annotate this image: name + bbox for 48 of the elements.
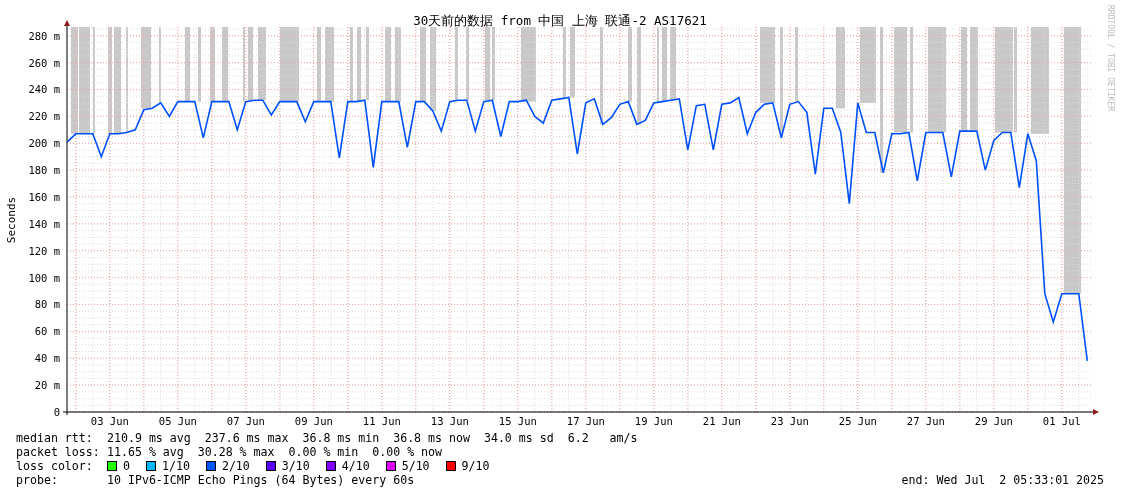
x-tick-label: 11 Jun [362,415,401,427]
chart-title: 30天前的数据 from 中国 上海 联通-2 AS17621 [413,13,707,28]
x-tick-label: 17 Jun [566,415,605,427]
legend-label: loss color: [16,459,94,473]
y-tick-label: 100 m [28,271,60,284]
legend-text: 2/10 [221,459,250,473]
probe-label: probe: [16,473,59,487]
stat-values: 11.65 % avg 30.28 % max 0.00 % min 0.00 % now [107,445,443,459]
y-tick-label: 240 m [28,83,60,96]
x-tick-label: 07 Jun [226,415,265,427]
stat-values: 210.9 ms avg 237.6 ms max 36.8 ms min 36.8 ms now 34.0 ms sd 6.2 am/s [107,431,638,445]
x-tick-label: 23 Jun [770,415,809,427]
legend-text: 3/10 [281,459,310,473]
y-tick-label: 180 m [28,164,60,177]
x-tick-label: 09 Jun [294,415,333,427]
legend-text: 0 [123,459,130,473]
x-tick-label: 13 Jun [430,415,469,427]
y-tick-label: 260 m [28,56,60,69]
x-tick-label: 03 Jun [90,415,129,427]
y-tick-label: 0 [53,406,60,418]
y-tick-label: 60 m [34,325,60,338]
x-tick-label: 25 Jun [838,415,877,427]
y-tick-label: 200 m [28,137,60,150]
y-tick-label: 40 m [34,352,60,365]
stat-label: packet loss: [16,445,101,459]
y-tick-label: 160 m [28,191,60,203]
x-tick-label: 29 Jun [974,415,1013,427]
x-tick-label: 15 Jun [498,415,537,427]
legend-text: 5/10 [401,459,430,473]
x-tick-label: 27 Jun [906,415,945,427]
legend-text: 4/10 [341,459,370,473]
x-tick-label: 05 Jun [158,415,197,427]
x-tick-label: 01 Jul [1042,415,1081,427]
end-time: end: Wed Jul 2 05:33:01 2025 [901,473,1104,487]
y-tick-label: 220 m [28,110,60,123]
y-tick-label: 120 m [28,244,60,257]
x-tick-label: 21 Jun [702,415,741,427]
y-tick-label: 140 m [28,217,60,230]
y-axis-label: Seconds [5,196,18,244]
y-tick-label: 20 m [34,379,60,392]
x-tick-label: 19 Jun [634,415,673,427]
stat-label: median rtt: [16,431,94,445]
legend-text: 9/10 [461,459,490,473]
probe-text: 10 IPv6-ICMP Echo Pings (64 Bytes) every 60s [107,473,415,487]
legend-text: 1/10 [162,459,190,473]
y-tick-label: 80 m [34,298,60,311]
credit-text: RRDTOOL / TOBI OETIKER [1106,5,1115,111]
y-tick-label: 280 m [28,29,60,42]
